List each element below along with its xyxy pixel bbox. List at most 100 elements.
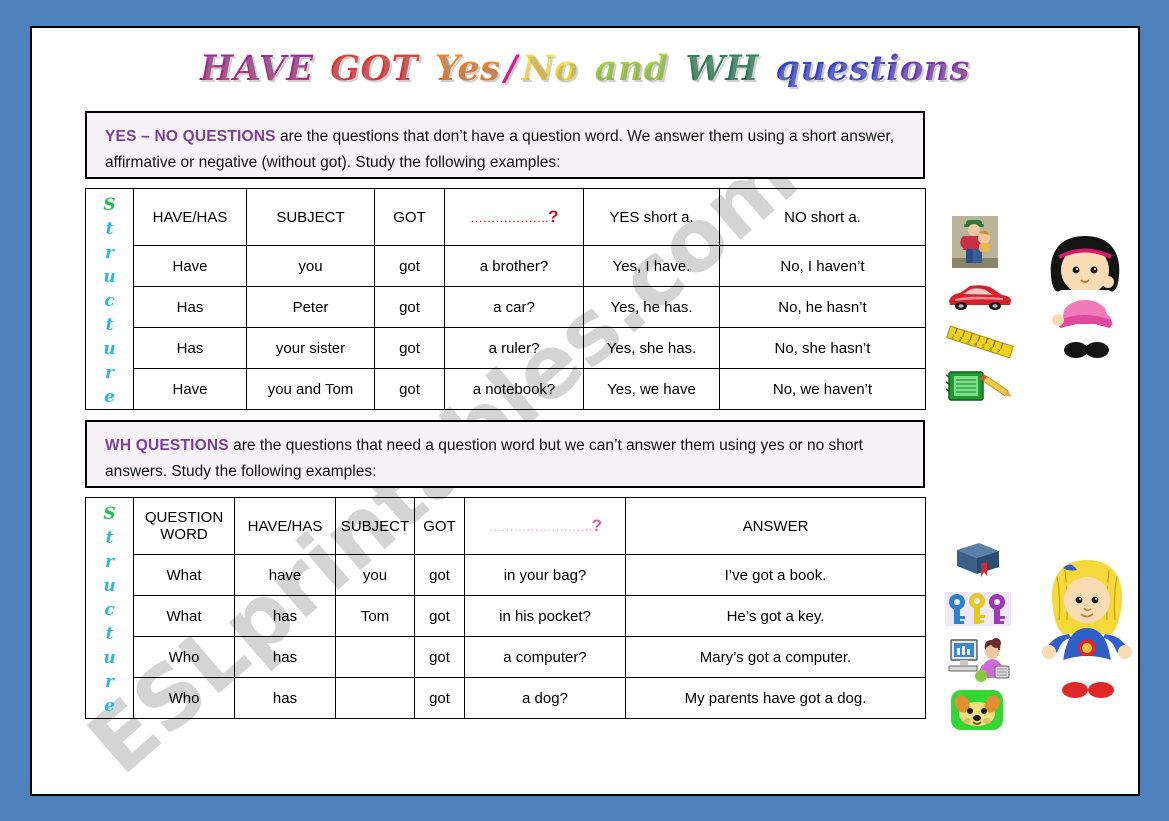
structure-label-vertical: S t r u c t u r e	[86, 502, 133, 718]
title-word-got: GOT	[330, 48, 419, 89]
page-title: HAVE GOT Yes / No and WH questions	[32, 48, 1138, 89]
structure-letter-r2: r	[105, 672, 114, 692]
cell: Yes, she has.	[583, 327, 720, 369]
yesno-header-have-has: HAVE/HAS	[133, 188, 247, 246]
structure-letter-s: S	[103, 195, 116, 215]
cell: What	[133, 554, 235, 596]
table-row: What have you got in your bag? I’ve got …	[86, 554, 926, 596]
cell: got	[374, 245, 445, 287]
table-row: Have you got a brother? Yes, I have. No,…	[86, 245, 926, 287]
title-word-no: No	[521, 48, 578, 89]
yesno-intro-lead: YES – NO QUESTIONS	[105, 128, 276, 145]
cell: a dog?	[464, 677, 626, 719]
cell: Peter	[246, 286, 375, 328]
cell: got	[414, 636, 465, 678]
wh-intro-box: WH QUESTIONS are the questions that need…	[85, 420, 925, 488]
cell: Who	[133, 677, 235, 719]
cell: Have	[133, 368, 247, 410]
cell: got	[374, 327, 445, 369]
title-word-yes: Yes	[434, 48, 501, 89]
cell: got	[414, 677, 465, 719]
cell	[335, 677, 415, 719]
cell: Yes, I have.	[583, 245, 720, 287]
cell: He’s got a key.	[625, 595, 926, 637]
structure-letter-r: r	[105, 243, 114, 263]
yesno-structure-cell: S t r u c t u r e	[85, 188, 134, 410]
cell: has	[234, 677, 336, 719]
structure-letter-t2: t	[105, 624, 114, 644]
wh-structure-cell: S t r u c t u r e	[85, 497, 134, 719]
cell: No, she hasn’t	[719, 327, 926, 369]
dotted-line-icon: …………………….?	[488, 516, 602, 535]
wh-clipart-group	[927, 540, 1137, 740]
structure-letter-u2: u	[103, 648, 116, 668]
cell: Mary’s got a computer.	[625, 636, 926, 678]
structure-letter-s: S	[103, 504, 116, 524]
yesno-header-got: GOT	[374, 188, 445, 246]
yesno-header-subject: SUBJECT	[246, 188, 375, 246]
yesno-clipart-group: 123 456 7	[927, 216, 1137, 406]
yesno-header-yes-short: YES short a.	[583, 188, 720, 246]
wh-header-answer: ANSWER	[625, 497, 926, 555]
cell: has	[234, 636, 336, 678]
cell: Who	[133, 636, 235, 678]
structure-letter-u2: u	[103, 339, 116, 359]
wh-header-question-blank: …………………….?	[464, 497, 626, 555]
title-word-have: HAVE	[200, 48, 314, 89]
structure-letter-u: u	[103, 576, 116, 596]
cell: got	[414, 595, 465, 637]
cell: have	[234, 554, 336, 596]
cell: you	[246, 245, 375, 287]
cell: a ruler?	[444, 327, 584, 369]
cell: in his pocket?	[464, 595, 626, 637]
wh-header-subject: SUBJECT	[335, 497, 415, 555]
cell: a computer?	[464, 636, 626, 678]
girl-dark-hair-pink-dress-image	[1035, 230, 1135, 370]
title-word-wh: WH	[685, 48, 759, 89]
table-row: Has Peter got a car? Yes, he has. No, he…	[86, 286, 926, 328]
structure-letter-c: c	[104, 600, 115, 620]
cell: I’ve got a book.	[625, 554, 926, 596]
cell: No, I haven’t	[719, 245, 926, 287]
person-at-computer-image	[947, 636, 1013, 682]
dog-image	[949, 688, 1005, 732]
cell	[335, 636, 415, 678]
yesno-header-question-blank: ……………….?	[444, 188, 584, 246]
table-row: Who has got a computer? Mary’s got a com…	[86, 636, 926, 678]
structure-label-vertical: S t r u c t u r e	[86, 193, 133, 409]
title-word-and: and	[594, 48, 669, 89]
cell: Yes, we have	[583, 368, 720, 410]
structure-letter-r: r	[105, 552, 114, 572]
cell: you and Tom	[246, 368, 375, 410]
wh-header-got: GOT	[414, 497, 465, 555]
yesno-questions-table: S t r u c t u r e HAVE/HAS SUBJECT GOT ……	[85, 188, 926, 410]
cell: What	[133, 595, 235, 637]
cell: Tom	[335, 595, 415, 637]
structure-letter-r2: r	[105, 363, 114, 383]
cell: got	[374, 368, 445, 410]
structure-letter-e: e	[104, 696, 115, 716]
cell: a brother?	[444, 245, 584, 287]
cell: No, we haven’t	[719, 368, 926, 410]
table-row: Has your sister got a ruler? Yes, she ha…	[86, 327, 926, 369]
structure-letter-t: t	[105, 219, 114, 239]
girl-blonde-blue-dress-image	[1035, 556, 1139, 704]
structure-letter-t: t	[105, 528, 114, 548]
structure-letter-u: u	[103, 267, 116, 287]
table-row: Have you and Tom got a notebook? Yes, we…	[86, 368, 926, 410]
cell: Have	[133, 245, 247, 287]
cell: got	[414, 554, 465, 596]
cell: has	[234, 595, 336, 637]
cell: your sister	[246, 327, 375, 369]
cell: got	[374, 286, 445, 328]
worksheet-page: ESLprintables.com HAVE GOT Yes / No and WH…	[30, 26, 1140, 796]
wh-header-question-word: QUESTION WORD	[133, 497, 235, 555]
title-word-slash: /	[504, 48, 518, 89]
table-row: Who has got a dog? My parents have got a…	[86, 677, 926, 719]
table-row: What has Tom got in his pocket? He’s got…	[86, 595, 926, 637]
yellow-ruler-image: 123 456 7	[945, 324, 1015, 360]
cell: you	[335, 554, 415, 596]
blue-book-image	[951, 540, 1003, 584]
structure-letter-t2: t	[105, 315, 114, 335]
man-holding-baby-image	[952, 216, 998, 268]
